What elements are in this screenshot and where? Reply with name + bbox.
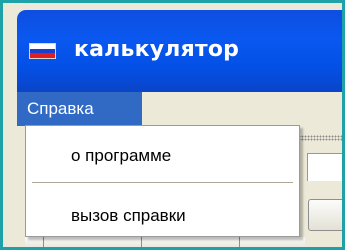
- key-divider: [43, 237, 44, 247]
- russian-flag-icon: [29, 43, 56, 59]
- key-divider: [239, 237, 240, 247]
- menu-help[interactable]: Справка: [17, 92, 142, 126]
- help-dropdown-menu: о программе вызов справки: [25, 125, 300, 237]
- key-divider: [141, 237, 142, 247]
- display-field: [307, 153, 342, 181]
- screenshot-frame: калькулятор Справка о программе вызов сп…: [0, 0, 345, 250]
- window-title: калькулятор: [74, 37, 240, 62]
- menu-item-help-call[interactable]: вызов справки: [26, 206, 299, 226]
- calculator-key[interactable]: [308, 199, 342, 231]
- title-bar[interactable]: калькулятор: [17, 10, 342, 92]
- menu-bar: Справка: [17, 92, 342, 126]
- menu-separator: [32, 182, 293, 183]
- calculator-key-row: [25, 237, 305, 247]
- menu-item-about[interactable]: о программе: [26, 146, 299, 166]
